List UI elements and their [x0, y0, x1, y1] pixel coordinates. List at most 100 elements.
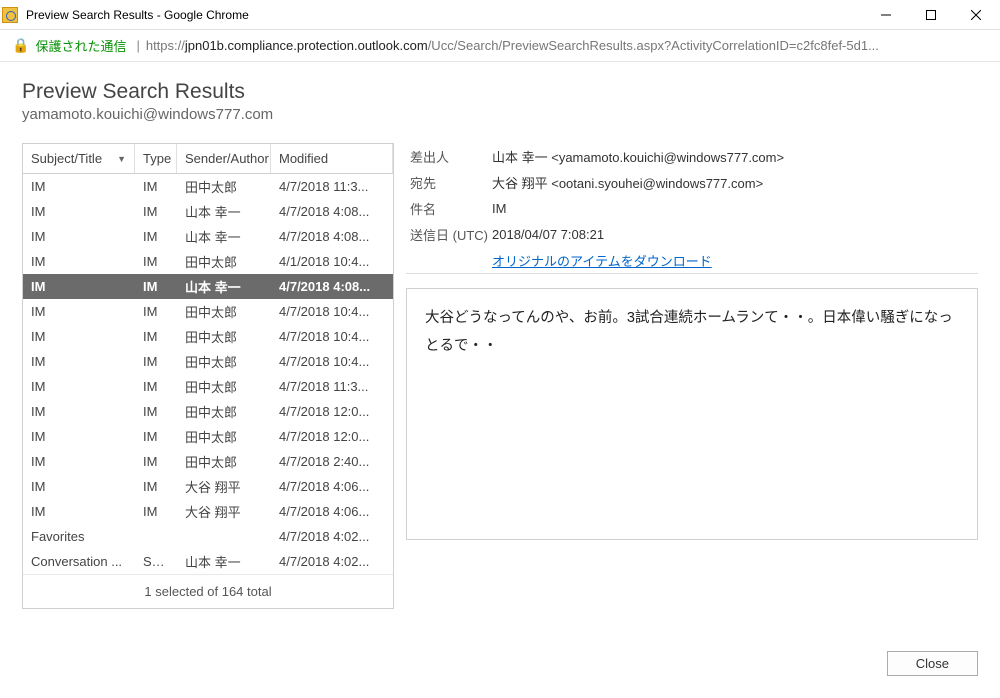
- cell-modified: 4/7/2018 2:40...: [271, 454, 393, 469]
- cell-sender: 山本 幸一: [177, 552, 271, 571]
- from-label: 差出人: [406, 147, 492, 166]
- cell-subject: IM: [23, 429, 135, 444]
- cell-sender: 大谷 翔平: [177, 477, 271, 496]
- table-row[interactable]: IMIM大谷 翔平4/7/2018 4:06...: [23, 474, 393, 499]
- cell-sender: 田中太郎: [177, 352, 271, 371]
- from-value: 山本 幸一 <yamamoto.kouichi@windows777.com>: [492, 147, 978, 166]
- table-status: 1 selected of 164 total: [23, 574, 393, 608]
- window-minimize-button[interactable]: [863, 1, 908, 29]
- cell-sender: 山本 幸一: [177, 227, 271, 246]
- secure-label: 保護された通信: [35, 36, 126, 55]
- cell-sender: 田中太郎: [177, 252, 271, 271]
- cell-subject: IM: [23, 454, 135, 469]
- cell-modified: 4/7/2018 4:08...: [271, 279, 393, 294]
- table-row[interactable]: IMIM田中太郎4/7/2018 10:4...: [23, 324, 393, 349]
- address-bar: 🔒 保護された通信 | https://jpn01b.compliance.pr…: [0, 30, 1000, 62]
- cell-sender: 田中太郎: [177, 302, 271, 321]
- cell-type: IM: [135, 254, 177, 269]
- close-button[interactable]: Close: [887, 651, 978, 676]
- cell-modified: 4/7/2018 12:0...: [271, 429, 393, 444]
- col-subject[interactable]: Subject/Title▼: [23, 144, 135, 173]
- table-row[interactable]: IMIM大谷 翔平4/7/2018 4:06...: [23, 499, 393, 524]
- cell-modified: 4/7/2018 4:08...: [271, 204, 393, 219]
- table-row[interactable]: IMIM田中太郎4/7/2018 11:3...: [23, 174, 393, 199]
- cell-sender: 田中太郎: [177, 177, 271, 196]
- window-close-button[interactable]: [953, 1, 998, 29]
- sort-arrow-icon: ▼: [117, 154, 126, 164]
- table-row[interactable]: IMIM田中太郎4/7/2018 12:0...: [23, 399, 393, 424]
- subject-label: 件名: [406, 199, 492, 218]
- cell-type: IM: [135, 379, 177, 394]
- col-type[interactable]: Type: [135, 144, 177, 173]
- cell-subject: IM: [23, 304, 135, 319]
- cell-subject: IM: [23, 179, 135, 194]
- table-row[interactable]: IMIM田中太郎4/7/2018 10:4...: [23, 299, 393, 324]
- cell-type: IM: [135, 454, 177, 469]
- table-row[interactable]: IMIM山本 幸一4/7/2018 4:08...: [23, 274, 393, 299]
- cell-type: IM: [135, 429, 177, 444]
- table-row[interactable]: IMIM田中太郎4/7/2018 11:3...: [23, 374, 393, 399]
- cell-modified: 4/7/2018 4:06...: [271, 504, 393, 519]
- cell-type: IM: [135, 354, 177, 369]
- cell-subject: IM: [23, 354, 135, 369]
- cell-modified: 4/7/2018 4:02...: [271, 554, 393, 569]
- cell-sender: 田中太郎: [177, 452, 271, 471]
- cell-type: IM: [135, 304, 177, 319]
- cell-modified: 4/7/2018 4:06...: [271, 479, 393, 494]
- cell-sender: 田中太郎: [177, 377, 271, 396]
- sent-value: 2018/04/07 7:08:21: [492, 227, 978, 242]
- results-table: Subject/Title▼ Type Sender/Author Modifi…: [22, 143, 394, 609]
- preview-pane: 差出人山本 幸一 <yamamoto.kouichi@windows777.co…: [406, 143, 978, 609]
- cell-sender: 大谷 翔平: [177, 502, 271, 521]
- table-row[interactable]: IMIM田中太郎4/1/2018 10:4...: [23, 249, 393, 274]
- col-sender[interactable]: Sender/Author: [177, 144, 271, 173]
- cell-subject: IM: [23, 329, 135, 344]
- cell-sender: 山本 幸一: [177, 277, 271, 296]
- cell-subject: IM: [23, 379, 135, 394]
- cell-subject: IM: [23, 504, 135, 519]
- cell-sender: 山本 幸一: [177, 202, 271, 221]
- lock-icon: 🔒: [12, 37, 29, 54]
- url-separator: |: [136, 38, 139, 53]
- cell-type: IM: [135, 329, 177, 344]
- sent-label: 送信日 (UTC): [406, 225, 492, 244]
- cell-sender: 田中太郎: [177, 402, 271, 421]
- table-row[interactable]: Favorites4/7/2018 4:02...: [23, 524, 393, 549]
- subject-value: IM: [492, 201, 978, 216]
- table-row[interactable]: IMIM田中太郎4/7/2018 2:40...: [23, 449, 393, 474]
- cell-type: IM: [135, 479, 177, 494]
- cell-type: IM: [135, 404, 177, 419]
- cell-modified: 4/7/2018 4:08...: [271, 229, 393, 244]
- cell-type: IM: [135, 504, 177, 519]
- table-row[interactable]: IMIM田中太郎4/7/2018 12:0...: [23, 424, 393, 449]
- cell-type: IM: [135, 279, 177, 294]
- cell-sender: 田中太郎: [177, 427, 271, 446]
- url-text[interactable]: https://jpn01b.compliance.protection.out…: [146, 38, 988, 53]
- cell-subject: IM: [23, 404, 135, 419]
- message-body: 大谷どうなってんのや、お前。3試合連続ホームランて・・。日本偉い騒ぎになっとるで…: [406, 288, 978, 540]
- table-row[interactable]: IMIM山本 幸一4/7/2018 4:08...: [23, 199, 393, 224]
- download-original-link[interactable]: オリジナルのアイテムをダウンロード: [492, 254, 712, 269]
- cell-subject: IM: [23, 204, 135, 219]
- cell-modified: 4/7/2018 11:3...: [271, 379, 393, 394]
- cell-subject: IM: [23, 254, 135, 269]
- cell-modified: 4/7/2018 10:4...: [271, 304, 393, 319]
- cell-subject: IM: [23, 229, 135, 244]
- to-label: 宛先: [406, 173, 492, 192]
- window-title: Preview Search Results - Google Chrome: [24, 8, 863, 22]
- col-modified[interactable]: Modified: [271, 144, 393, 173]
- table-row[interactable]: IMIM田中太郎4/7/2018 10:4...: [23, 349, 393, 374]
- cell-subject: IM: [23, 279, 135, 294]
- cell-subject: Conversation ...: [23, 554, 135, 569]
- cell-modified: 4/7/2018 4:02...: [271, 529, 393, 544]
- table-row[interactable]: Conversation ...Sky...山本 幸一4/7/2018 4:02…: [23, 549, 393, 574]
- cell-modified: 4/1/2018 10:4...: [271, 254, 393, 269]
- table-row[interactable]: IMIM山本 幸一4/7/2018 4:08...: [23, 224, 393, 249]
- cell-type: IM: [135, 204, 177, 219]
- table-body[interactable]: IMIM田中太郎4/7/2018 11:3...IMIM山本 幸一4/7/201…: [23, 174, 393, 574]
- cell-type: IM: [135, 179, 177, 194]
- window-app-icon: [2, 7, 18, 23]
- cell-modified: 4/7/2018 10:4...: [271, 354, 393, 369]
- window-maximize-button[interactable]: [908, 1, 953, 29]
- window-titlebar: Preview Search Results - Google Chrome: [0, 0, 1000, 30]
